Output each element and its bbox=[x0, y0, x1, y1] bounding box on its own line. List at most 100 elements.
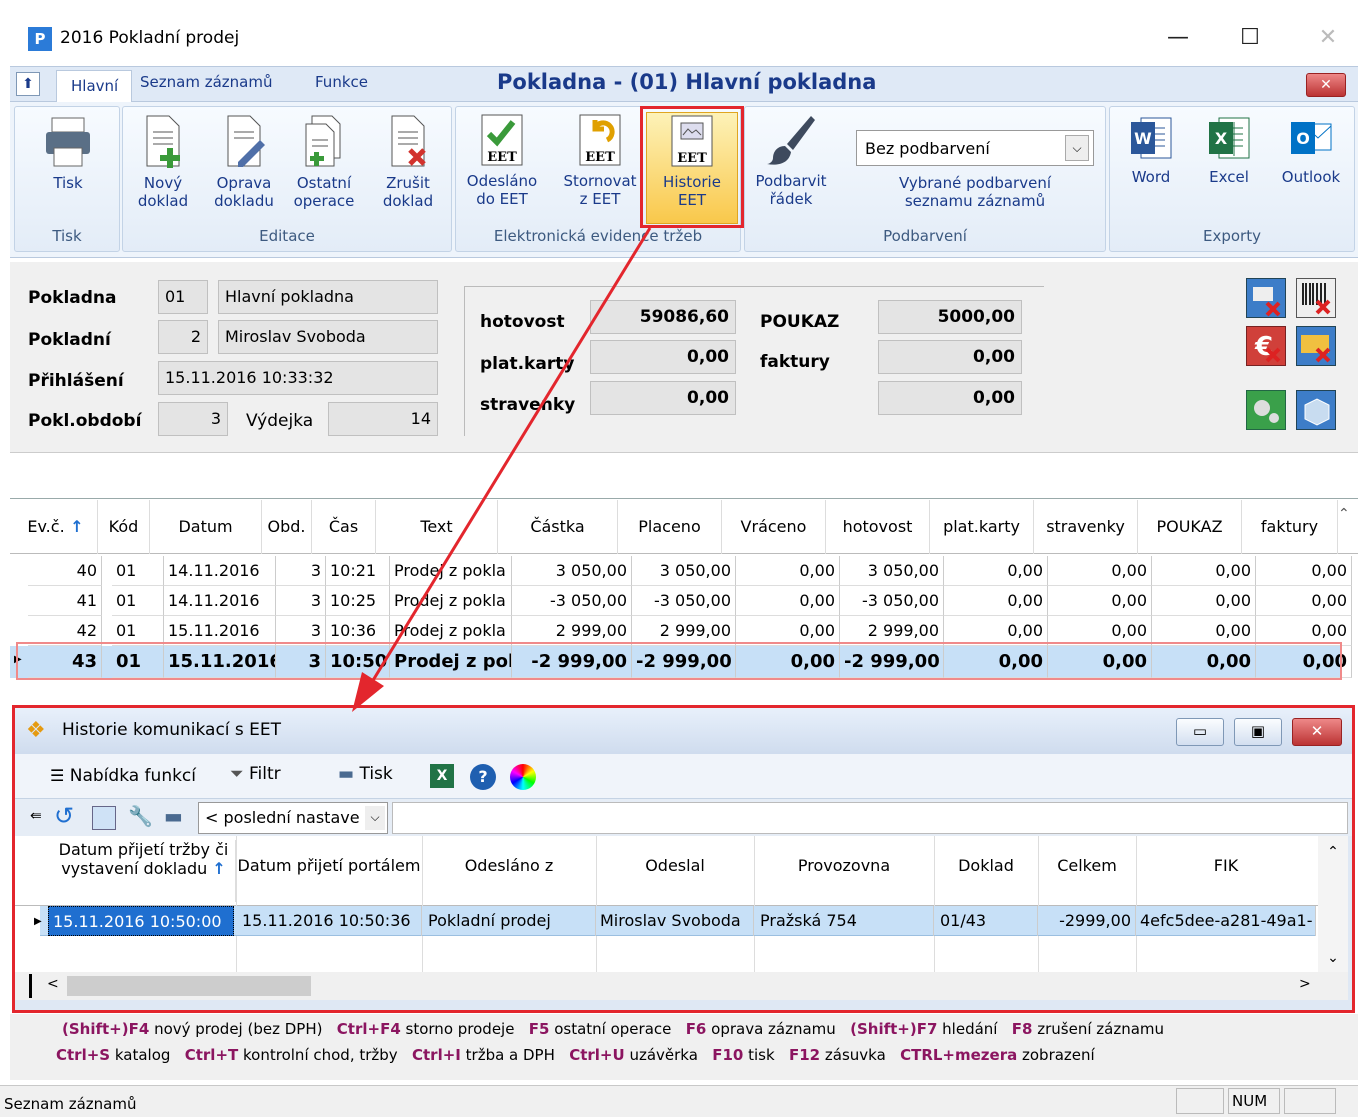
extra-value: 0,00 bbox=[878, 381, 1022, 415]
sort-arrow-icon: ↑ bbox=[212, 859, 226, 878]
storno-eet-button[interactable]: EET Stornovat z EET bbox=[556, 112, 644, 208]
layout-icon[interactable] bbox=[92, 806, 116, 830]
grid-header-0[interactable]: Ev.č. ↑ bbox=[14, 500, 98, 554]
grid-header-4[interactable]: Čas bbox=[312, 500, 376, 554]
grid-header-5[interactable]: Text bbox=[376, 500, 498, 554]
chevron-down-icon[interactable]: ⌵ bbox=[1065, 135, 1089, 161]
help-icon[interactable]: ? bbox=[470, 764, 496, 790]
scroll-right-icon[interactable]: > bbox=[1299, 976, 1311, 992]
history-print-button[interactable]: ▬ Tisk bbox=[338, 764, 393, 784]
shortcut-key: Ctrl+U bbox=[569, 1046, 625, 1064]
grid-scroll-up-icon[interactable]: ⌃ bbox=[1338, 506, 1350, 522]
shortcut-desc: tisk bbox=[743, 1046, 775, 1064]
history-hscrollbar[interactable]: < > bbox=[15, 972, 1348, 1000]
tab-main[interactable]: Hlavní bbox=[56, 70, 132, 103]
hscroll-thumb[interactable] bbox=[67, 976, 311, 996]
minimize-button[interactable]: — bbox=[1158, 22, 1198, 54]
printer-small-icon[interactable]: ▬ bbox=[164, 804, 183, 828]
history-col-sender[interactable]: Odeslal bbox=[596, 856, 754, 875]
scroll-down-icon[interactable]: ⌄ bbox=[1318, 950, 1348, 966]
history-col-date-received[interactable]: Datum přijetí tržby či vystavení dokladu… bbox=[52, 840, 236, 902]
history-col-document[interactable]: Doklad bbox=[934, 856, 1038, 875]
bank-card-icon[interactable] bbox=[1296, 326, 1336, 366]
documents-plus-icon bbox=[305, 115, 341, 167]
export-word-button[interactable]: W Word bbox=[1118, 112, 1184, 186]
window-title: 2016 Pokladní prodej bbox=[60, 28, 240, 48]
sent-to-eet-button[interactable]: EET Odesláno do EET bbox=[458, 112, 546, 208]
preset-select[interactable]: < poslední nastave ⌵ bbox=[198, 802, 388, 834]
grid-header-6[interactable]: Částka bbox=[498, 500, 618, 554]
shortcut-desc: hledání bbox=[937, 1020, 998, 1038]
cash-register-icon[interactable] bbox=[1246, 278, 1286, 318]
history-search-input[interactable] bbox=[392, 802, 1348, 834]
history-col-fik[interactable]: FIK bbox=[1136, 856, 1316, 875]
ribbon-title: Pokladna - (01) Hlavní pokladna bbox=[497, 70, 877, 94]
shortcut-desc: uzávěrka bbox=[624, 1046, 698, 1064]
euro-icon[interactable]: € bbox=[1246, 326, 1286, 366]
pokladna-label: Pokladna bbox=[28, 288, 117, 308]
cash-label: hotovost bbox=[480, 312, 565, 332]
color-select[interactable]: Bez podbarvení ⌵ bbox=[856, 130, 1094, 166]
maximize-button[interactable]: ☐ bbox=[1230, 22, 1270, 54]
grid-cell: 0,00 bbox=[736, 556, 840, 586]
history-maximize-button[interactable]: ▣ bbox=[1234, 718, 1282, 746]
grid-header-1[interactable]: Kód bbox=[98, 500, 150, 554]
export-outlook-button[interactable]: O Outlook bbox=[1276, 112, 1346, 186]
new-document-button[interactable]: Nový doklad bbox=[130, 114, 196, 210]
export-excel-button[interactable]: X Excel bbox=[1196, 112, 1262, 186]
grid-header-2[interactable]: Datum bbox=[150, 500, 262, 554]
grid-cell: 0,00 bbox=[1256, 586, 1352, 616]
history-eet-highlight bbox=[640, 106, 744, 228]
history-col-portal-date[interactable]: Datum přijetí portálem bbox=[236, 856, 422, 875]
svg-text:X: X bbox=[1215, 129, 1228, 148]
shortcut-key: F10 bbox=[712, 1046, 744, 1064]
color-wheel-icon[interactable] bbox=[510, 764, 536, 790]
color-row-button[interactable]: Podbarvit řádek bbox=[748, 112, 834, 208]
grid-cell: 14.11.2016 bbox=[164, 586, 276, 616]
grid-header-3[interactable]: Obd. bbox=[262, 500, 312, 554]
barcode-icon[interactable] bbox=[1296, 278, 1336, 318]
printer-icon bbox=[46, 117, 90, 167]
history-col-sent-from[interactable]: Odesláno z bbox=[422, 856, 596, 875]
grid-header-7[interactable]: Placeno bbox=[618, 500, 722, 554]
history-vscrollbar[interactable]: ⌃ ⌄ bbox=[1318, 836, 1348, 972]
svg-text:EET: EET bbox=[585, 150, 615, 165]
grid-header-12[interactable]: POUKAZ bbox=[1138, 500, 1242, 554]
refresh-icon[interactable]: ↺ bbox=[54, 802, 74, 830]
svg-text:O: O bbox=[1296, 129, 1310, 148]
print-button[interactable]: Tisk bbox=[30, 114, 106, 192]
ribbon-close-icon[interactable]: ✕ bbox=[1306, 73, 1346, 97]
wrench-icon[interactable]: 🔧 bbox=[128, 804, 153, 828]
status-panel-1 bbox=[1176, 1088, 1224, 1114]
tab-record-list[interactable]: Seznam záznamů bbox=[140, 73, 272, 91]
shortcut-line-2: Ctrl+S katalog Ctrl+T kontrolní chod, tr… bbox=[56, 1046, 1095, 1064]
quick-access-icon[interactable]: ⬆ bbox=[16, 72, 40, 96]
filter-button[interactable]: ⏷ Filtr bbox=[230, 764, 281, 784]
edit-document-button[interactable]: Oprava dokladu bbox=[206, 114, 282, 210]
cancel-document-button[interactable]: Zrušit doklad bbox=[372, 114, 444, 210]
shortcut-key: F6 bbox=[685, 1020, 707, 1038]
grid-header-13[interactable]: faktury bbox=[1242, 500, 1338, 554]
other-operations-button[interactable]: Ostatní operace bbox=[286, 114, 362, 210]
excel-icon[interactable]: X bbox=[430, 764, 454, 788]
grid-header-8[interactable]: Vráceno bbox=[722, 500, 826, 554]
history-close-button[interactable]: ✕ bbox=[1292, 718, 1342, 746]
grid-header-11[interactable]: stravenky bbox=[1034, 500, 1138, 554]
history-minimize-button[interactable]: ▭ bbox=[1176, 718, 1224, 746]
grid-header-9[interactable]: hotovost bbox=[826, 500, 930, 554]
close-button[interactable]: ✕ bbox=[1308, 22, 1348, 54]
scroll-left-icon[interactable]: < bbox=[47, 976, 59, 992]
settings-gears-icon[interactable] bbox=[1246, 390, 1286, 430]
svg-text:EET: EET bbox=[487, 150, 517, 165]
history-col-establishment[interactable]: Provozovna bbox=[754, 856, 934, 875]
history-cell-establishment: Pražská 754 bbox=[756, 906, 934, 936]
scroll-up-icon[interactable]: ⌃ bbox=[1318, 844, 1348, 860]
history-cell-date[interactable]: 15.11.2016 10:50:00 bbox=[48, 906, 234, 936]
tab-functions[interactable]: Funkce bbox=[315, 73, 368, 91]
box-icon[interactable] bbox=[1296, 390, 1336, 430]
grid-header-10[interactable]: plat.karty bbox=[930, 500, 1034, 554]
chevron-down-icon[interactable]: ⌵ bbox=[365, 806, 385, 830]
function-menu-button[interactable]: ☰ Nabídka funkcí bbox=[50, 766, 196, 786]
collapse-icon[interactable]: ⇚ bbox=[30, 808, 42, 824]
history-col-total[interactable]: Celkem bbox=[1038, 856, 1136, 875]
